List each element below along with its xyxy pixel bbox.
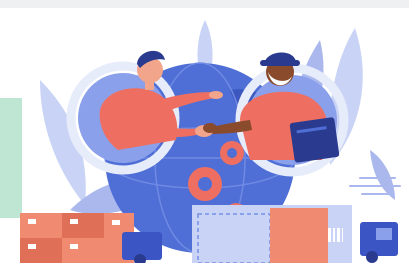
right-truck bbox=[360, 222, 398, 263]
illustration-frame bbox=[0, 0, 409, 263]
left-truck bbox=[122, 232, 162, 263]
stacked-boxes bbox=[20, 213, 134, 263]
parcel-box bbox=[192, 205, 352, 263]
logistics-illustration bbox=[20, 20, 401, 263]
